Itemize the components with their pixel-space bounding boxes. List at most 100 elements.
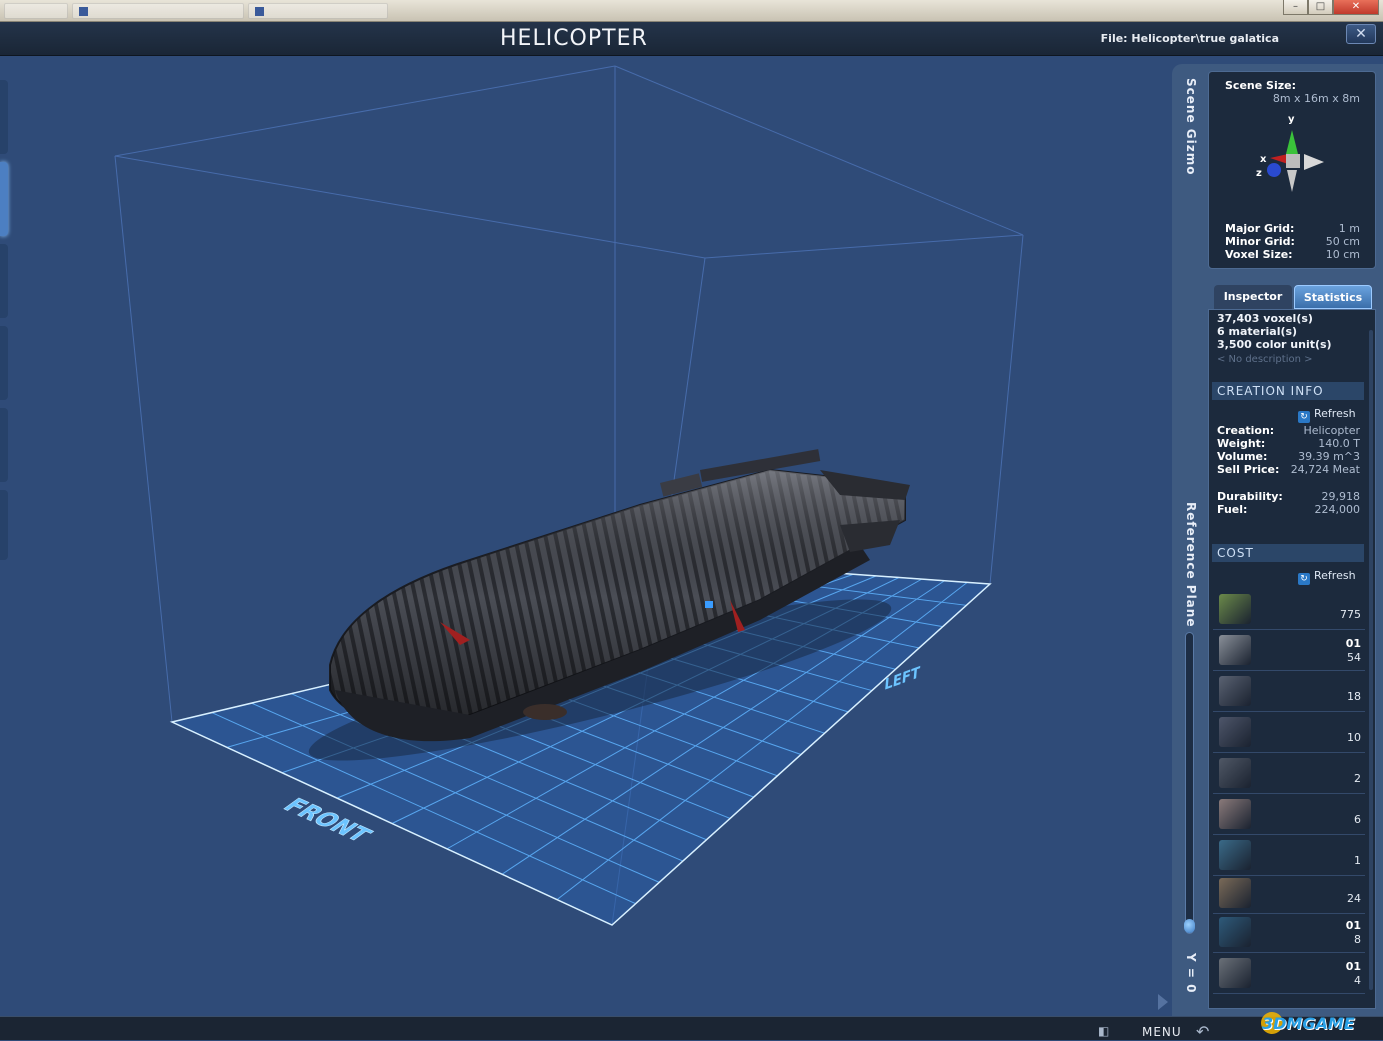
x-axis-cone[interactable] xyxy=(1270,154,1288,164)
maximize-button[interactable]: □ xyxy=(1308,0,1333,15)
panel-tabs: Inspector Statistics xyxy=(1210,285,1375,309)
tab-statistics[interactable]: Statistics xyxy=(1294,285,1372,309)
creation-info-label: Sell Price: xyxy=(1217,463,1280,476)
cost-item-value: 54 xyxy=(1347,651,1361,664)
stats-scrollbar[interactable] xyxy=(1369,330,1373,990)
cost-row[interactable]: 1 xyxy=(1213,835,1365,876)
gun-barrel-icon xyxy=(1219,758,1251,788)
cost-row[interactable]: 2 xyxy=(1213,753,1365,794)
cost-item-count: 01 xyxy=(1345,960,1361,973)
os-close-button[interactable]: ✕ xyxy=(1333,0,1379,15)
major-grid-label: Major Grid: xyxy=(1225,222,1295,235)
cost-row[interactable]: 775 xyxy=(1213,589,1365,630)
cannon-icon xyxy=(1219,676,1251,706)
creation-info-value: 39.39 m^3 xyxy=(1298,450,1360,463)
rail-tab-active[interactable] xyxy=(0,162,8,236)
cost-row[interactable]: 24 xyxy=(1213,873,1365,914)
cost-row[interactable]: 01 54 xyxy=(1213,630,1365,671)
refresh-icon: ↻ xyxy=(1298,411,1310,423)
file-path-label: File: Helicopter\true galatica xyxy=(1100,32,1279,45)
creation-info-value: Helicopter xyxy=(1303,424,1360,437)
slider-thumb[interactable] xyxy=(1184,919,1195,933)
turret-icon xyxy=(1219,717,1251,747)
z-axis-cone[interactable] xyxy=(1267,163,1281,177)
material-count: 6 material(s) xyxy=(1217,325,1298,338)
minor-grid-label: Minor Grid: xyxy=(1225,235,1295,248)
axis-gizmo[interactable]: y x z xyxy=(1250,110,1330,200)
voxel-size-value: 10 cm xyxy=(1325,248,1360,261)
refresh-label: Refresh xyxy=(1314,407,1356,420)
cost-item-value: 24 xyxy=(1347,892,1361,905)
cost-item-value: 775 xyxy=(1340,608,1361,621)
cost-row[interactable]: 01 4 xyxy=(1213,953,1365,994)
cost-item-count: 01 xyxy=(1345,637,1361,650)
color-unit-count: 3,500 color unit(s) xyxy=(1217,338,1332,351)
left-tool-rail xyxy=(0,80,8,560)
cost-row[interactable]: 18 xyxy=(1213,671,1365,712)
minor-grid-value: 50 cm xyxy=(1325,235,1360,248)
cost-row[interactable]: 10 xyxy=(1213,712,1365,753)
axis-x-label: x xyxy=(1260,154,1267,165)
os-taskbar-tab[interactable] xyxy=(72,3,244,19)
minimize-button[interactable]: – xyxy=(1283,0,1308,15)
y-readout: Y = 0 xyxy=(1184,953,1198,994)
cost-refresh-button[interactable]: ↻ Refresh xyxy=(1298,569,1356,585)
undo-icon[interactable]: ↶ xyxy=(1196,1022,1209,1041)
cost-row[interactable]: 6 xyxy=(1213,794,1365,835)
thruster-icon xyxy=(1219,635,1251,665)
rail-tab[interactable] xyxy=(0,490,8,560)
description-placeholder[interactable]: < No description > xyxy=(1217,354,1313,365)
cost-item-value: 6 xyxy=(1354,813,1361,826)
axis-z-label: z xyxy=(1256,168,1262,179)
os-title-bar: – □ ✕ xyxy=(0,0,1383,22)
scene-gizmo-label[interactable]: Scene Gizmo xyxy=(1184,78,1198,175)
cost-item-value: 2 xyxy=(1354,772,1361,785)
cost-item-count: 01 xyxy=(1345,919,1361,932)
close-icon[interactable]: ✕ xyxy=(1346,24,1376,44)
creation-info-label: Weight: xyxy=(1217,437,1266,450)
watermark-text: 3DMGAME xyxy=(1262,1014,1355,1033)
cost-item-value: 1 xyxy=(1354,854,1361,867)
creation-info-value: 24,724 Meat xyxy=(1290,463,1360,476)
scene-size-value: 8m x 16m x 8m xyxy=(1272,92,1360,105)
cost-item-value: 8 xyxy=(1354,933,1361,946)
green-block-icon xyxy=(1219,594,1251,624)
seat-icon xyxy=(1219,799,1251,829)
creation-refresh-button[interactable]: ↻ Refresh xyxy=(1298,407,1356,423)
reference-plane-slider[interactable] xyxy=(1185,632,1194,934)
page-title: HELICOPTER xyxy=(500,26,648,51)
rail-tab[interactable] xyxy=(0,80,8,154)
y-axis-cone[interactable] xyxy=(1286,130,1298,154)
cost-item-value: 4 xyxy=(1354,974,1361,987)
cost-item-value: 10 xyxy=(1347,731,1361,744)
app-icon xyxy=(255,7,264,16)
cockpit-icon xyxy=(1219,840,1251,870)
app-icon xyxy=(79,7,88,16)
axis-y-label: y xyxy=(1288,114,1295,125)
refresh-icon: ↻ xyxy=(1298,573,1310,585)
os-taskbar-tab[interactable] xyxy=(248,3,388,19)
app-title-bar: HELICOPTER File: Helicopter\true galatic… xyxy=(0,22,1383,56)
mirror-icon[interactable]: ◧ xyxy=(1098,1024,1109,1038)
rail-tab[interactable] xyxy=(0,244,8,318)
rail-tab[interactable] xyxy=(0,326,8,400)
creation-info-value: 224,000 xyxy=(1314,503,1361,516)
creation-info-header: CREATION INFO xyxy=(1212,382,1364,400)
creation-info-label: Fuel: xyxy=(1217,503,1248,516)
bottom-toolbar: ◧ MENU ↶ xyxy=(0,1016,1383,1041)
voxel-size-label: Voxel Size: xyxy=(1225,248,1293,261)
landing-gear-icon xyxy=(1219,958,1251,988)
menu-button[interactable]: MENU xyxy=(1142,1025,1182,1039)
major-grid-value: 1 m xyxy=(1338,222,1360,235)
scene-size-label: Scene Size: xyxy=(1225,79,1296,92)
engine-icon xyxy=(1219,917,1251,947)
cost-item-value: 18 xyxy=(1347,690,1361,703)
cost-row[interactable]: 01 8 xyxy=(1213,912,1365,953)
tab-inspector[interactable]: Inspector xyxy=(1214,285,1292,309)
reference-plane-label[interactable]: Reference Plane xyxy=(1184,502,1198,627)
os-taskbar-tab[interactable] xyxy=(4,3,68,19)
collapse-panel-arrow[interactable] xyxy=(1158,994,1168,1010)
creation-info-value: 29,918 xyxy=(1321,490,1361,503)
voxel-count: 37,403 voxel(s) xyxy=(1217,312,1313,325)
rail-tab[interactable] xyxy=(0,408,8,482)
